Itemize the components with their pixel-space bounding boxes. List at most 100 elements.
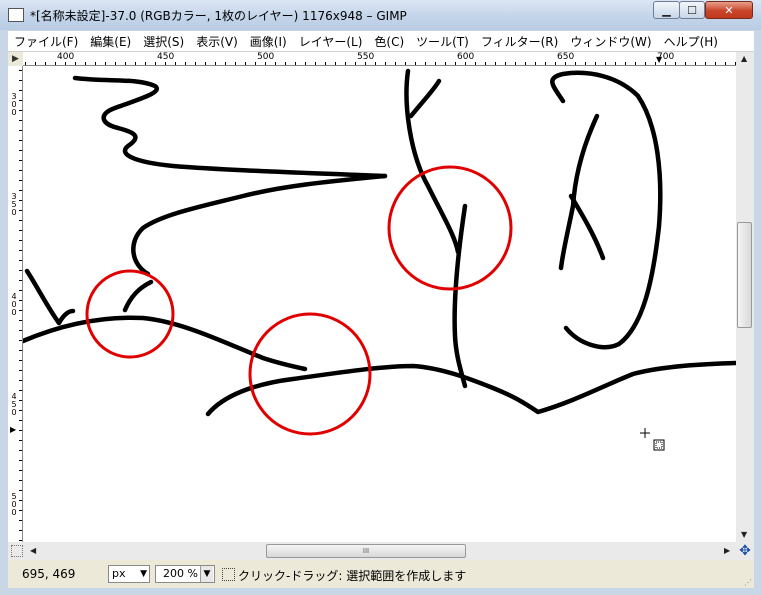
zoom-value: 200 % <box>163 567 198 580</box>
menu-windows[interactable]: ウィンドウ(W) <box>564 33 657 50</box>
ruler-tick <box>19 120 22 121</box>
menu-help[interactable]: ヘルプ(H) <box>658 33 724 50</box>
ruler-tick <box>19 460 22 461</box>
vertical-ruler[interactable]: 300 350 400 450 500 ▶ <box>8 66 23 542</box>
close-icon: ✕ <box>724 3 734 17</box>
chevron-down-icon[interactable]: ▼ <box>200 566 213 582</box>
menu-view[interactable]: 表示(V) <box>190 33 244 50</box>
menu-file[interactable]: ファイル(F) <box>8 33 84 50</box>
ruler-tick <box>85 62 86 65</box>
ink-stroke <box>24 268 76 326</box>
ruler-tick <box>19 240 22 241</box>
horizontal-scrollbar[interactable]: ◀ III ▶ <box>24 542 736 560</box>
ink-stroke <box>131 173 388 277</box>
ruler-tick <box>695 62 696 65</box>
ruler-tick <box>75 62 76 65</box>
ruler-tick <box>19 370 22 371</box>
ruler-tick <box>19 510 22 511</box>
ruler-tick <box>19 140 22 141</box>
ruler-tick <box>145 62 146 65</box>
scroll-left-icon[interactable]: ◀ <box>30 546 36 555</box>
ruler-tick <box>45 62 46 65</box>
ruler-tick <box>405 62 406 65</box>
ruler-tick <box>375 62 376 65</box>
ruler-tick <box>335 62 336 65</box>
ruler-label: 400 <box>57 52 75 62</box>
ink-stroke <box>558 113 600 271</box>
ruler-tick <box>455 62 456 65</box>
ruler-tick <box>415 62 416 65</box>
menu-tools[interactable]: ツール(T) <box>410 33 475 50</box>
ruler-tick <box>585 62 586 65</box>
ruler-tick <box>19 100 22 101</box>
drawing <box>23 68 736 451</box>
resize-grip-icon[interactable]: ⋰ <box>744 578 752 587</box>
ruler-tick <box>285 62 286 65</box>
image-canvas[interactable] <box>23 66 736 542</box>
ruler-tick <box>435 62 436 65</box>
ink-stroke <box>452 203 468 389</box>
horizontal-scroll-thumb[interactable]: III <box>266 544 466 558</box>
close-button[interactable]: ✕ <box>705 1 753 19</box>
ruler-tick <box>19 300 22 301</box>
ruler-tick <box>19 90 22 91</box>
ink-stroke <box>568 193 606 261</box>
minimize-button[interactable]: ▁ <box>653 1 680 19</box>
ruler-tick <box>19 360 22 361</box>
ruler-tick <box>205 62 206 65</box>
ruler-tick <box>19 190 22 191</box>
menu-image[interactable]: 画像(I) <box>244 33 293 50</box>
ruler-label: 300 <box>11 92 17 117</box>
vertical-scroll-thumb[interactable] <box>737 222 752 328</box>
ruler-tick <box>19 400 22 401</box>
ruler-tick <box>345 62 346 65</box>
menu-bar: ファイル(F) 編集(E) 選択(S) 表示(V) 画像(I) レイヤー(L) … <box>8 31 754 52</box>
navigate-icon[interactable]: ✥ <box>738 544 752 558</box>
ruler-tick <box>465 62 466 65</box>
ruler-tick <box>19 440 22 441</box>
menu-select[interactable]: 選択(S) <box>137 33 190 50</box>
scroll-right-icon[interactable]: ▶ <box>724 546 730 555</box>
ruler-tick <box>19 130 22 131</box>
vertical-scrollbar[interactable]: ▲ ▼ <box>736 52 754 542</box>
ink-stroke <box>404 68 461 255</box>
ruler-tick <box>19 530 22 531</box>
ruler-tick <box>55 62 56 65</box>
ruler-tick <box>19 310 22 311</box>
ruler-tick <box>19 290 22 291</box>
ruler-label: 650 <box>557 52 575 62</box>
unit-selector[interactable]: px ▼ <box>108 565 150 583</box>
ruler-tick <box>19 470 22 471</box>
ruler-tick <box>19 430 22 431</box>
ruler-tick <box>19 490 22 491</box>
menu-layer[interactable]: レイヤー(L) <box>293 33 369 50</box>
ruler-tick <box>19 350 22 351</box>
horizontal-ruler[interactable]: 400 450 500 550 600 650 700 ▼ <box>23 52 736 66</box>
ruler-tick <box>19 180 22 181</box>
ruler-tick <box>425 62 426 65</box>
ruler-tick <box>675 62 676 65</box>
scroll-down-icon[interactable]: ▼ <box>741 530 747 539</box>
ruler-tick <box>195 62 196 65</box>
ruler-tick <box>445 62 446 65</box>
ruler-tick <box>265 62 266 65</box>
ink-stroke <box>122 279 154 313</box>
ruler-tick <box>505 62 506 65</box>
maximize-icon: ☐ <box>687 3 697 17</box>
menu-colors[interactable]: 色(C) <box>368 33 410 50</box>
annotation-circle <box>248 312 372 436</box>
image-menu-button[interactable]: ▶ <box>8 52 23 66</box>
ruler-tick <box>19 230 22 231</box>
quick-mask-icon[interactable] <box>11 545 23 557</box>
menu-filters[interactable]: フィルター(R) <box>475 33 564 50</box>
maximize-button[interactable]: ☐ <box>679 1 705 19</box>
ruler-tick <box>685 62 686 65</box>
zoom-combo[interactable]: 200 % ▼ <box>155 565 215 583</box>
ruler-tick <box>255 62 256 65</box>
ruler-tick <box>275 62 276 65</box>
scroll-up-icon[interactable]: ▲ <box>741 54 747 63</box>
ruler-tick <box>65 62 66 65</box>
ruler-tick <box>19 330 22 331</box>
menu-edit[interactable]: 編集(E) <box>84 33 137 50</box>
ruler-tick <box>215 62 216 65</box>
